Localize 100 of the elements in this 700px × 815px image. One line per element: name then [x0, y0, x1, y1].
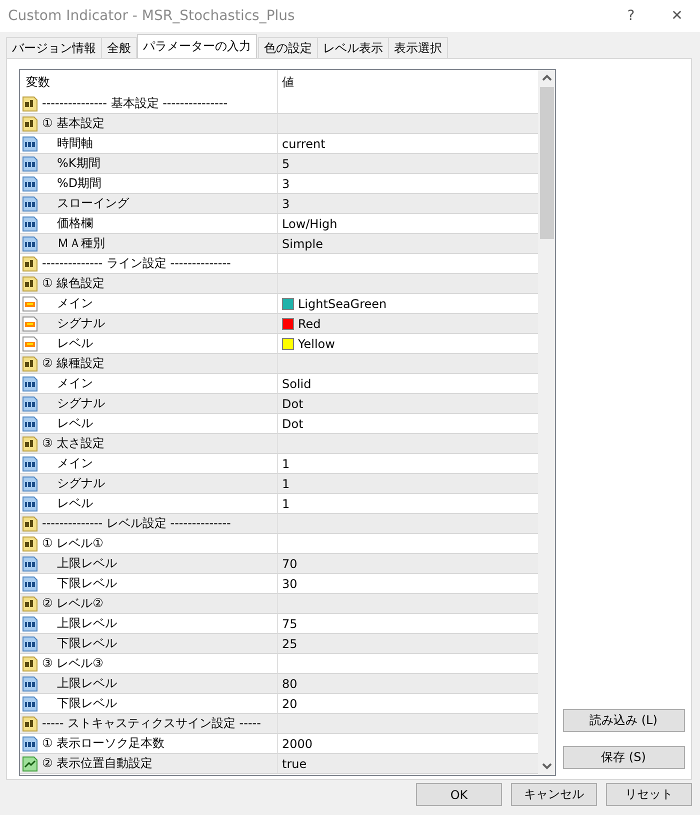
- tab[interactable]: 色の設定: [258, 37, 318, 58]
- number-type-icon: [22, 696, 38, 712]
- number-type-icon: [22, 416, 38, 432]
- dialog-button[interactable]: キャンセル: [511, 783, 597, 806]
- parameter-name: 上限レベル: [56, 615, 117, 632]
- parameter-value[interactable]: 1: [282, 456, 290, 470]
- parameter-name: ① レベル①: [42, 535, 104, 552]
- parameter-name: -------------- ライン設定 --------------: [42, 255, 231, 272]
- tab[interactable]: バージョン情報: [6, 37, 102, 58]
- text-type-icon: [22, 356, 38, 372]
- close-button[interactable]: ✕: [654, 8, 700, 24]
- number-type-icon: [22, 476, 38, 492]
- parameter-name: ③ レベル③: [42, 655, 104, 672]
- side-button[interactable]: 読み込み (L): [562, 709, 684, 732]
- text-type-icon: [22, 116, 38, 132]
- number-type-icon: [22, 136, 38, 152]
- column-header: 値: [282, 74, 294, 90]
- color-type-icon: [22, 316, 38, 332]
- color-type-icon: [22, 336, 38, 352]
- number-type-icon: [22, 496, 38, 512]
- dialog-button[interactable]: リセット: [606, 783, 692, 806]
- text-type-icon: [22, 276, 38, 292]
- text-type-icon: [22, 256, 38, 272]
- parameter-name: 下限レベル: [56, 635, 117, 652]
- parameter-name: レベル: [56, 495, 93, 512]
- parameter-name: レベル: [56, 415, 93, 432]
- parameter-name: ① 表示ローソク足本数: [42, 735, 165, 752]
- number-type-icon: [22, 576, 38, 592]
- text-type-icon: [22, 516, 38, 532]
- number-type-icon: [22, 176, 38, 192]
- tab[interactable]: 全般: [101, 37, 137, 58]
- parameter-name: メイン: [56, 295, 93, 312]
- parameter-name: ② レベル②: [42, 595, 104, 612]
- parameter-name: ② 線種設定: [42, 355, 105, 372]
- parameter-value[interactable]: Simple: [282, 236, 323, 250]
- parameter-name: 価格欄: [56, 215, 93, 232]
- column-header: 変数: [26, 74, 50, 90]
- parameter-name: -------------- レベル設定 --------------: [42, 515, 231, 532]
- dialog-button[interactable]: OK: [416, 783, 502, 806]
- parameter-name: メイン: [56, 375, 93, 392]
- help-button[interactable]: ?: [608, 8, 654, 24]
- parameter-value[interactable]: 25: [282, 636, 298, 650]
- parameter-name: 時間軸: [56, 135, 93, 152]
- parameter-name: 上限レベル: [56, 555, 117, 572]
- number-type-icon: [22, 236, 38, 252]
- parameter-name: ② 表示位置自動設定: [42, 755, 153, 772]
- text-type-icon: [22, 536, 38, 552]
- number-type-icon: [22, 396, 38, 412]
- parameter-value[interactable]: Dot: [282, 416, 304, 430]
- parameter-value[interactable]: Red: [298, 316, 321, 330]
- number-type-icon: [22, 216, 38, 232]
- window-title: Custom Indicator - MSR_Stochastics_Plus: [8, 8, 296, 24]
- parameter-value[interactable]: 5: [282, 156, 290, 170]
- parameter-value[interactable]: 20: [282, 696, 298, 710]
- parameter-name: シグナル: [56, 395, 105, 412]
- parameter-value[interactable]: 80: [282, 676, 298, 690]
- number-type-icon: [22, 616, 38, 632]
- text-type-icon: [22, 716, 38, 732]
- number-type-icon: [22, 376, 38, 392]
- text-type-icon: [22, 596, 38, 612]
- parameter-value[interactable]: 75: [282, 616, 298, 630]
- parameter-value[interactable]: Dot: [282, 396, 304, 410]
- parameter-value[interactable]: 1: [282, 476, 290, 490]
- scrollbar[interactable]: [538, 70, 555, 775]
- parameter-name: 上限レベル: [56, 675, 117, 692]
- text-type-icon: [22, 436, 38, 452]
- parameter-name: %K期間: [56, 155, 100, 172]
- side-button[interactable]: 保存 (S): [562, 746, 684, 769]
- parameter-value[interactable]: current: [282, 136, 326, 150]
- parameter-name: スローイング: [56, 195, 129, 212]
- parameter-name: ＭＡ種別: [56, 235, 105, 252]
- parameter-value[interactable]: 30: [282, 576, 298, 590]
- parameter-value[interactable]: true: [282, 756, 307, 770]
- parameter-value[interactable]: 3: [282, 196, 290, 210]
- scrollbar-thumb[interactable]: [540, 87, 554, 239]
- parameter-value[interactable]: 70: [282, 556, 298, 570]
- parameter-name: メイン: [56, 455, 93, 472]
- parameter-value[interactable]: 2000: [282, 736, 313, 750]
- tab[interactable]: 表示選択: [388, 37, 448, 58]
- parameter-value[interactable]: 1: [282, 496, 290, 510]
- parameter-name: ----- ストキャスティクスサイン設定 -----: [42, 715, 261, 732]
- parameter-name: ③ 太さ設定: [42, 435, 105, 452]
- parameter-value[interactable]: 3: [282, 176, 290, 190]
- parameter-name: --------------- 基本設定 ---------------: [42, 95, 228, 112]
- parameter-name: 下限レベル: [56, 695, 117, 712]
- tab[interactable]: パラメーターの入力: [137, 34, 257, 58]
- color-type-icon: [22, 296, 38, 312]
- text-type-icon: [22, 96, 38, 112]
- parameter-name: シグナル: [56, 475, 105, 492]
- parameter-name: ① 基本設定: [42, 115, 105, 132]
- parameter-value[interactable]: Solid: [282, 376, 312, 390]
- number-type-icon: [22, 456, 38, 472]
- parameter-value[interactable]: LightSeaGreen: [298, 296, 387, 310]
- parameter-name: 下限レベル: [56, 575, 117, 592]
- parameter-value[interactable]: Low/High: [282, 216, 338, 230]
- number-type-icon: [22, 736, 38, 752]
- parameter-name: シグナル: [56, 315, 105, 332]
- parameter-value[interactable]: Yellow: [298, 336, 335, 350]
- text-type-icon: [22, 656, 38, 672]
- parameter-name: %D期間: [56, 175, 102, 192]
